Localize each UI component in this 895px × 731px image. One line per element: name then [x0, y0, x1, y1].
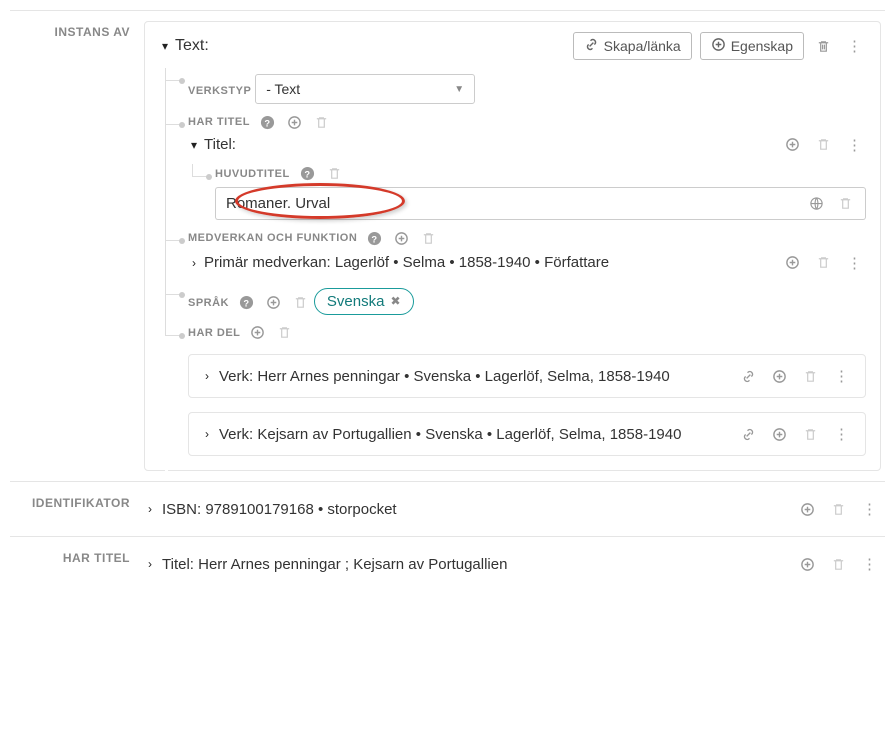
plus-circle-icon	[711, 37, 726, 55]
har-titel-label: HAR TITEL	[188, 116, 250, 128]
plus-circle-icon[interactable]	[768, 425, 791, 444]
help-icon[interactable]: ?	[298, 166, 317, 181]
sprak-label: SPRÅK	[188, 297, 229, 309]
more-icon[interactable]: ⋮	[858, 498, 881, 520]
more-icon[interactable]: ⋮	[830, 423, 853, 445]
row-har-titel-outer: HAR TITEL › Titel: Herr Arnes penningar …	[10, 536, 885, 591]
svg-text:?: ?	[304, 169, 310, 179]
help-icon[interactable]: ?	[258, 115, 277, 130]
text-panel: ▾ Text: Skapa/länka Egenskap	[144, 21, 881, 471]
plus-circle-icon[interactable]	[796, 500, 819, 519]
globe-icon[interactable]	[805, 194, 828, 213]
node-huvudtitel: HUVUDTITEL ?	[193, 164, 866, 221]
trash-icon[interactable]	[275, 325, 294, 340]
trash-icon[interactable]	[799, 367, 822, 386]
trash-icon[interactable]	[812, 37, 835, 56]
more-icon[interactable]: ⋮	[843, 134, 866, 156]
svg-text:?: ?	[372, 234, 378, 244]
trash-icon[interactable]	[312, 115, 331, 130]
trash-icon[interactable]	[419, 231, 438, 246]
trash-icon[interactable]	[812, 135, 835, 154]
help-icon[interactable]: ?	[365, 231, 384, 246]
more-icon[interactable]: ⋮	[843, 252, 866, 274]
panel-title[interactable]: ▾ Text:	[159, 37, 209, 55]
node-verkstyp: VERKSTYP - Text ▼	[166, 68, 866, 104]
node-har-titel: HAR TITEL ? ▾	[166, 112, 866, 220]
link-icon[interactable]	[737, 367, 760, 386]
chevron-right-icon[interactable]: ›	[201, 427, 213, 441]
node-sprak: SPRÅK ? Svenska ✖	[166, 282, 866, 315]
huvudtitel-label: HUVUDTITEL	[215, 168, 290, 180]
chip-remove-icon[interactable]: ✖	[390, 294, 400, 308]
plus-circle-icon[interactable]	[264, 295, 283, 310]
huvudtitel-input[interactable]	[215, 187, 797, 220]
har-del-label: HAR DEL	[188, 327, 240, 339]
more-icon[interactable]: ⋮	[843, 35, 866, 57]
help-icon[interactable]: ?	[237, 295, 256, 310]
identifikator-line[interactable]: › ISBN: 9789100179168 • storpocket	[144, 501, 397, 518]
trash-icon[interactable]	[834, 194, 857, 213]
har-del-item: › Verk: Herr Arnes penningar • Svenska •…	[188, 354, 866, 398]
trash-icon[interactable]	[325, 166, 344, 181]
svg-text:?: ?	[264, 118, 270, 128]
medverkan-label: MEDVERKAN OCH FUNKTION	[188, 232, 357, 244]
more-icon[interactable]: ⋮	[830, 365, 853, 387]
verkstyp-label: VERKSTYP	[188, 85, 251, 97]
verkstyp-select[interactable]: - Text ▼	[255, 74, 475, 104]
plus-circle-icon[interactable]	[248, 325, 267, 340]
titel-header[interactable]: ▾ Titel:	[188, 136, 236, 153]
plus-circle-icon[interactable]	[796, 555, 819, 574]
text-tree: VERKSTYP - Text ▼ HAR TITEL ?	[165, 68, 866, 456]
svg-text:?: ?	[243, 298, 249, 308]
label-identifikator: IDENTIFIKATOR	[10, 482, 140, 536]
chevron-down-icon[interactable]: ▾	[159, 39, 171, 53]
plus-circle-icon[interactable]	[392, 231, 411, 246]
plus-circle-icon[interactable]	[285, 115, 304, 130]
chevron-right-icon[interactable]: ›	[201, 369, 213, 383]
node-medverkan: MEDVERKAN OCH FUNKTION ? ›	[166, 228, 866, 274]
plus-circle-icon[interactable]	[781, 253, 804, 272]
label-har-titel-outer: HAR TITEL	[10, 537, 140, 591]
chevron-right-icon[interactable]: ›	[144, 502, 156, 516]
trash-icon[interactable]	[827, 555, 850, 574]
har-titel-outer-line[interactable]: › Titel: Herr Arnes penningar ; Kejsarn …	[144, 556, 507, 573]
chevron-down-icon[interactable]: ▾	[188, 138, 200, 152]
plus-circle-icon[interactable]	[768, 367, 791, 386]
trash-icon[interactable]	[812, 253, 835, 272]
row-identifikator: IDENTIFIKATOR › ISBN: 9789100179168 • st…	[10, 481, 885, 536]
link-icon	[584, 37, 599, 55]
caret-down-icon: ▼	[454, 84, 464, 95]
trash-icon[interactable]	[291, 295, 310, 310]
plus-circle-icon[interactable]	[781, 135, 804, 154]
har-del-item: › Verk: Kejsarn av Portugallien • Svensk…	[188, 412, 866, 456]
node-har-del: HAR DEL › Verk: Herr Arnes penningar • S…	[166, 323, 866, 457]
chevron-right-icon[interactable]: ›	[188, 256, 200, 270]
row-instans-av: INSTANS AV ▾ Text: Skapa/länka	[10, 10, 885, 481]
trash-icon[interactable]	[827, 500, 850, 519]
sprak-chip[interactable]: Svenska ✖	[314, 288, 414, 315]
skapa-lanka-button[interactable]: Skapa/länka	[573, 32, 692, 60]
egenskap-button[interactable]: Egenskap	[700, 32, 804, 60]
link-icon[interactable]	[737, 425, 760, 444]
medverkan-line[interactable]: › Primär medverkan: Lagerlöf • Selma • 1…	[188, 254, 609, 271]
more-icon[interactable]: ⋮	[858, 553, 881, 575]
label-instans-av: INSTANS AV	[10, 11, 140, 481]
chevron-right-icon[interactable]: ›	[144, 557, 156, 571]
trash-icon[interactable]	[799, 425, 822, 444]
